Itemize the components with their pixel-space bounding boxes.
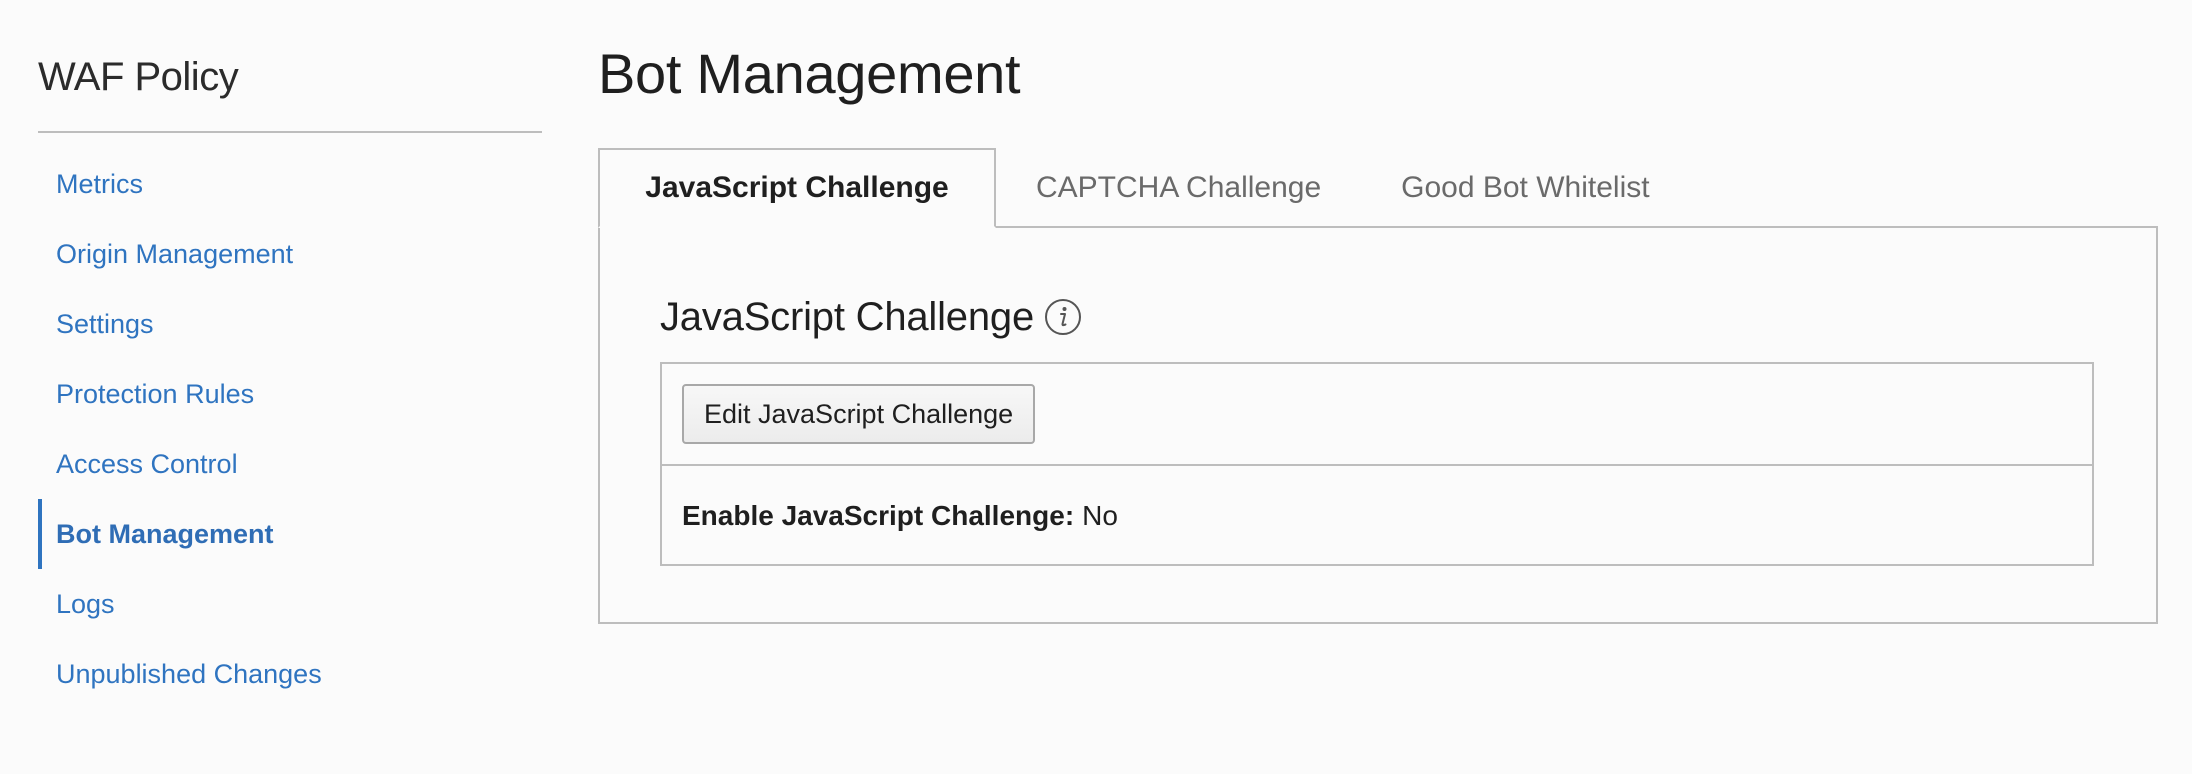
sidebar-item-bot-management[interactable]: Bot Management: [38, 499, 542, 569]
tab-captcha-challenge[interactable]: CAPTCHA Challenge: [996, 150, 1361, 226]
enable-javascript-challenge-row: Enable JavaScript Challenge: No: [662, 466, 2092, 566]
sidebar-title: WAF Policy: [38, 55, 239, 99]
page: WAF Policy Metrics Origin Management Set…: [0, 0, 2192, 774]
section-header: JavaScript Challenge: [660, 290, 1082, 344]
edit-javascript-challenge-button[interactable]: Edit JavaScript Challenge: [682, 384, 1036, 444]
info-icon[interactable]: [1044, 298, 1082, 336]
tab-panel: JavaScript Challenge Edit JavaScript Cha…: [598, 226, 2158, 624]
sidebar-item-logs[interactable]: Logs: [38, 569, 542, 639]
enable-javascript-challenge-value: No: [1082, 500, 1118, 531]
section-title: JavaScript Challenge: [660, 294, 1034, 339]
sidebar-nav: Metrics Origin Management Settings Prote…: [38, 149, 542, 709]
sidebar-item-origin-management[interactable]: Origin Management: [38, 219, 542, 289]
sidebar-item-protection-rules[interactable]: Protection Rules: [38, 359, 542, 429]
tab-bar: JavaScript Challenge CAPTCHA Challenge G…: [598, 148, 2158, 228]
sidebar-item-settings[interactable]: Settings: [38, 289, 542, 359]
sidebar: WAF Policy Metrics Origin Management Set…: [38, 40, 542, 709]
sidebar-item-unpublished-changes[interactable]: Unpublished Changes: [38, 639, 542, 709]
details-toolbar: Edit JavaScript Challenge: [662, 364, 2092, 466]
page-title: Bot Management: [598, 42, 1021, 105]
sidebar-item-metrics[interactable]: Metrics: [38, 149, 542, 219]
enable-javascript-challenge-label: Enable JavaScript Challenge:: [682, 500, 1075, 531]
main-content: Bot Management JavaScript Challenge CAPT…: [598, 36, 2158, 624]
tab-javascript-challenge[interactable]: JavaScript Challenge: [598, 148, 996, 228]
sidebar-item-access-control[interactable]: Access Control: [38, 429, 542, 499]
sidebar-divider: [38, 131, 542, 133]
challenge-details-box: Edit JavaScript Challenge Enable JavaScr…: [660, 362, 2094, 566]
tab-good-bot-whitelist[interactable]: Good Bot Whitelist: [1361, 150, 1689, 226]
